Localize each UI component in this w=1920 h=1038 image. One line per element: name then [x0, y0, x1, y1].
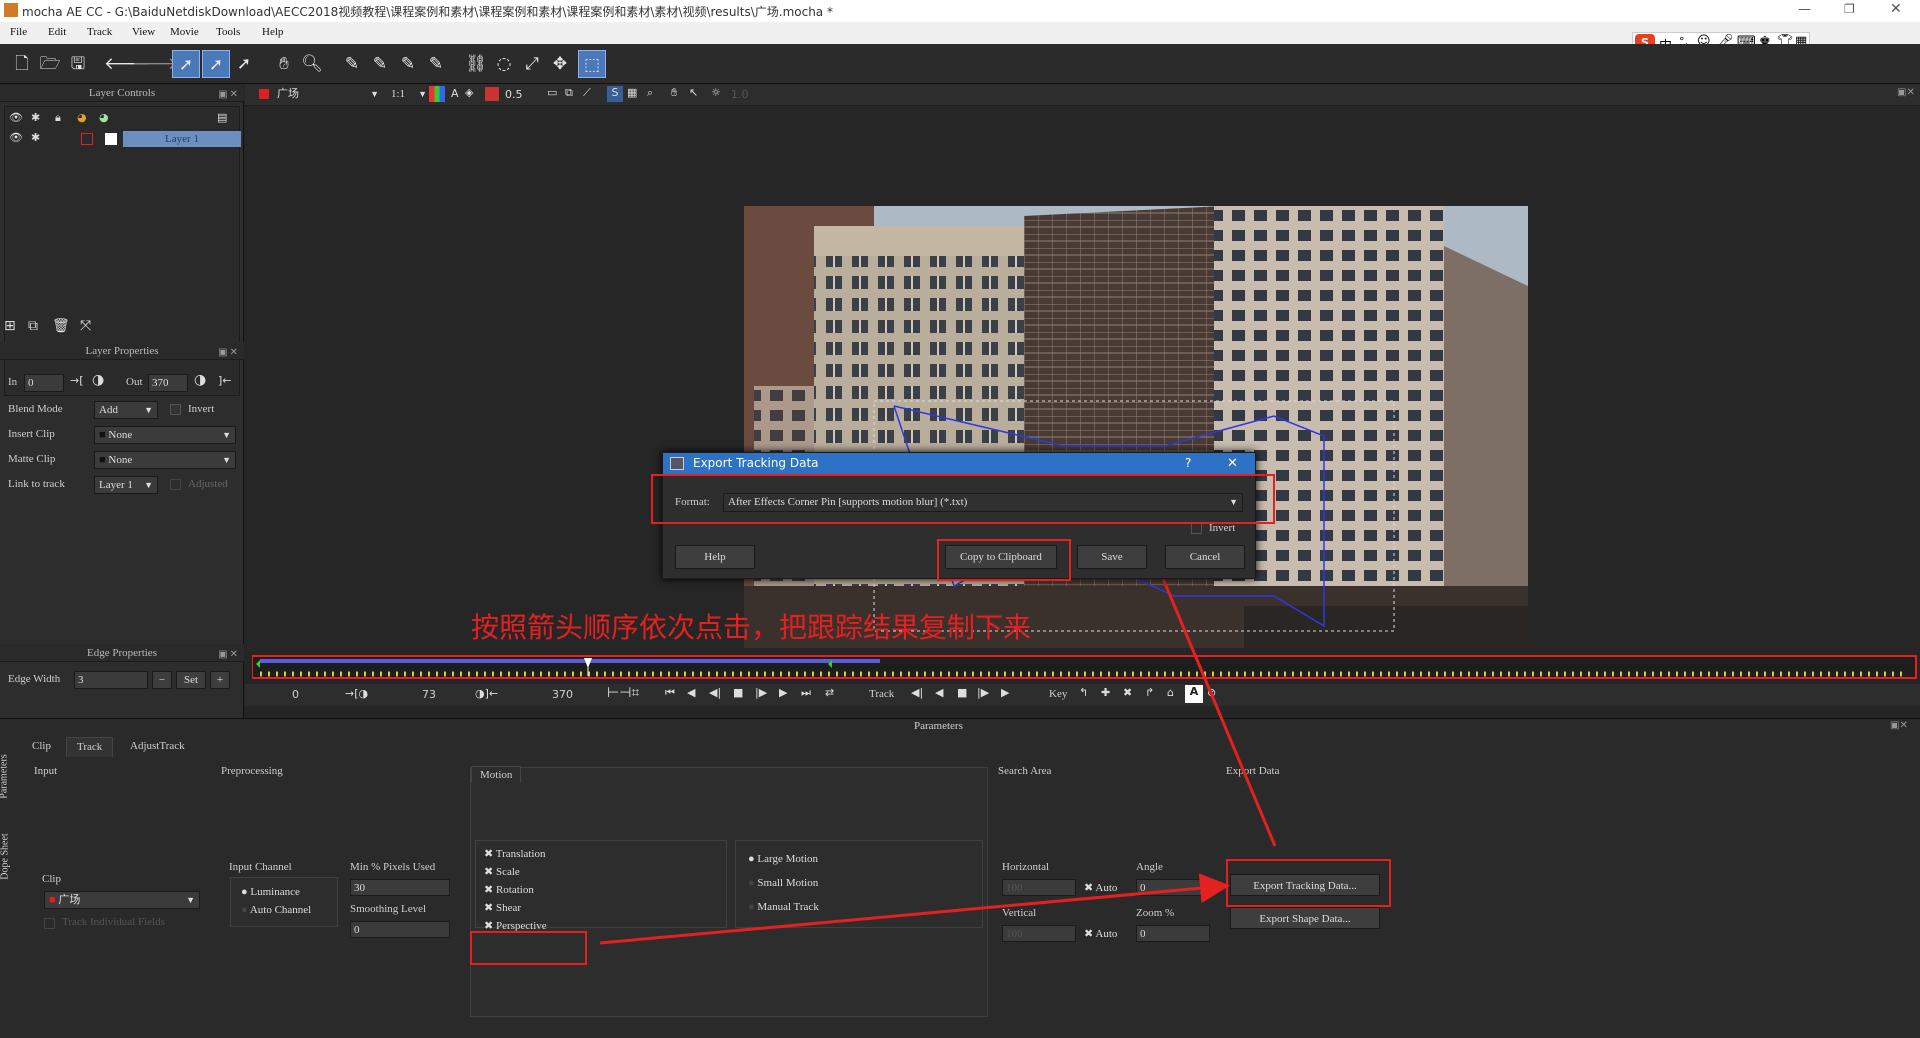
dialog-titlebar: Export Tracking Data ? ✕: [663, 453, 1255, 474]
save-button[interactable]: Save: [1077, 545, 1147, 569]
help-button[interactable]: Help: [675, 545, 755, 569]
dialog-close-icon[interactable]: ✕: [1227, 453, 1238, 474]
format-highlight: [651, 474, 1275, 524]
dialog-invert-checkbox[interactable]: [1191, 523, 1202, 534]
copy-highlight: [937, 539, 1071, 581]
dialog-app-icon: [670, 457, 684, 470]
dialog-title: Export Tracking Data: [693, 456, 819, 470]
cancel-button[interactable]: Cancel: [1165, 545, 1245, 569]
dialog-help-icon[interactable]: ?: [1185, 453, 1191, 474]
